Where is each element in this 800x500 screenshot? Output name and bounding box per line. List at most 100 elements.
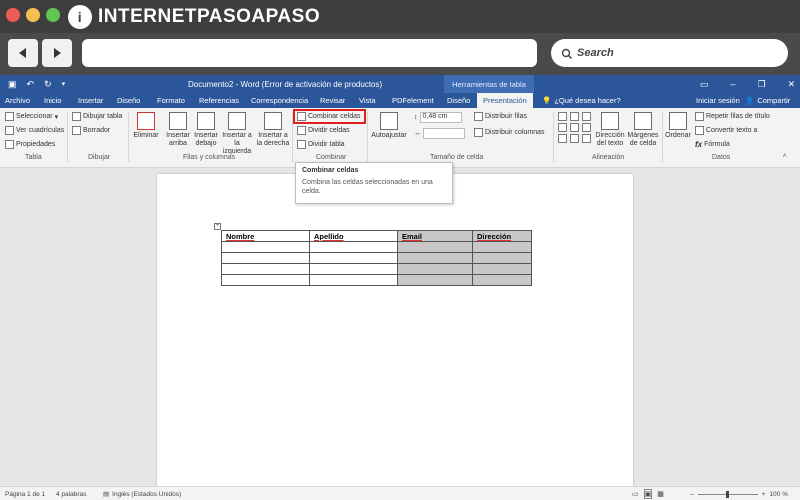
tab-diseno[interactable]: Diseño bbox=[117, 93, 140, 108]
split-table-button[interactable]: Dividir tabla bbox=[297, 140, 345, 149]
table-header-cell[interactable]: Nombre bbox=[221, 230, 310, 242]
view-gridlines-button[interactable]: Ver cuadrículas bbox=[5, 126, 64, 135]
table-cell[interactable] bbox=[221, 274, 310, 286]
table-cell[interactable] bbox=[397, 274, 473, 286]
save-icon[interactable]: ▣ bbox=[8, 79, 17, 90]
table-cell[interactable] bbox=[472, 252, 532, 264]
align-top-right-icon[interactable] bbox=[582, 112, 591, 121]
table-header-cell[interactable]: Apellido bbox=[309, 230, 398, 242]
table-cell[interactable] bbox=[309, 241, 398, 253]
table-cell[interactable] bbox=[221, 252, 310, 264]
sign-in-link[interactable]: Iniciar sesión bbox=[696, 93, 740, 108]
close-window-button[interactable] bbox=[6, 8, 20, 22]
insert-below-button[interactable]: Insertar debajo bbox=[192, 112, 220, 148]
insert-above-button[interactable]: Insertar arriba bbox=[164, 112, 192, 148]
close-icon[interactable]: ✕ bbox=[788, 79, 796, 90]
tab-vista[interactable]: Vista bbox=[359, 93, 376, 108]
align-top-center-icon[interactable] bbox=[570, 112, 579, 121]
customize-toolbar-icon[interactable]: ▾ bbox=[62, 80, 66, 88]
language-indicator[interactable]: ▤ Inglés (Estados Unidos) bbox=[103, 487, 181, 500]
zoom-level[interactable]: 100 % bbox=[769, 491, 787, 498]
select-button[interactable]: Seleccionar ▾ bbox=[5, 112, 58, 121]
ribbon-tabs: Archivo Inicio Insertar Diseño Formato R… bbox=[0, 93, 800, 108]
redo-icon[interactable]: ↻ bbox=[44, 79, 52, 90]
tab-insertar[interactable]: Insertar bbox=[78, 93, 103, 108]
search-box[interactable]: Search bbox=[551, 39, 788, 67]
tab-diseno-tabla[interactable]: Diseño bbox=[447, 93, 470, 108]
table-cell[interactable] bbox=[309, 252, 398, 264]
minimize-icon[interactable]: – bbox=[731, 79, 736, 89]
table-header-cell[interactable]: Dirección bbox=[472, 230, 532, 242]
table-cell[interactable] bbox=[397, 241, 473, 253]
table-cell[interactable] bbox=[397, 263, 473, 275]
ribbon-display-icon[interactable]: ▭ bbox=[700, 79, 709, 90]
split-cells-button[interactable]: Dividir celdas bbox=[297, 126, 350, 135]
align-middle-left-icon[interactable] bbox=[558, 123, 567, 132]
align-bottom-center-icon[interactable] bbox=[570, 134, 579, 143]
tab-formato[interactable]: Formato bbox=[157, 93, 185, 108]
tell-me-box[interactable]: 💡 ¿Qué desea hacer? bbox=[542, 93, 621, 108]
table-header-cell[interactable]: Email bbox=[397, 230, 473, 242]
zoom-in-icon[interactable]: + bbox=[762, 491, 766, 498]
properties-button[interactable]: Propiedades bbox=[5, 140, 55, 149]
forward-button[interactable] bbox=[42, 39, 72, 67]
zoom-control[interactable]: – + 100 % bbox=[690, 487, 788, 500]
convert-text-button[interactable]: Convertir texto a bbox=[695, 126, 757, 135]
url-bar[interactable] bbox=[82, 39, 537, 67]
formula-button[interactable]: fx Fórmula bbox=[695, 140, 730, 149]
page-count[interactable]: Página 1 de 1 bbox=[5, 487, 45, 500]
share-button[interactable]: 👤 Compartir bbox=[745, 93, 790, 108]
align-bottom-left-icon[interactable] bbox=[558, 134, 567, 143]
search-label: Search bbox=[577, 47, 614, 59]
table-cell[interactable] bbox=[221, 263, 310, 275]
sort-button[interactable]: Ordenar bbox=[664, 112, 692, 140]
word-count[interactable]: 4 palabras bbox=[56, 487, 86, 500]
zoom-slider-thumb[interactable] bbox=[725, 490, 729, 498]
table-cell[interactable] bbox=[472, 241, 532, 253]
tab-referencias[interactable]: Referencias bbox=[199, 93, 239, 108]
align-top-left-icon[interactable] bbox=[558, 112, 567, 121]
minimize-window-button[interactable] bbox=[26, 8, 40, 22]
tab-presentacion[interactable]: Presentación bbox=[477, 93, 533, 108]
eraser-button[interactable]: Borrador bbox=[72, 126, 110, 135]
zoom-out-icon[interactable]: – bbox=[690, 491, 694, 498]
table-cell[interactable] bbox=[472, 263, 532, 275]
insert-right-button[interactable]: Insertar a la derecha bbox=[255, 112, 291, 148]
maximize-window-button[interactable] bbox=[46, 8, 60, 22]
table-cell[interactable] bbox=[309, 274, 398, 286]
table-cell[interactable] bbox=[472, 274, 532, 286]
print-layout-icon[interactable]: ▣ bbox=[643, 489, 653, 499]
draw-table-button[interactable]: Dibujar tabla bbox=[72, 112, 122, 121]
autofit-button[interactable]: Autoajustar bbox=[370, 112, 408, 140]
insert-left-button[interactable]: Insertar a la izquierda bbox=[220, 112, 254, 156]
tab-correspondencia[interactable]: Correspondencia bbox=[251, 93, 308, 108]
cell-margins-button[interactable]: Márgenes de celda bbox=[627, 112, 659, 148]
read-mode-icon[interactable]: ▭ bbox=[632, 490, 639, 498]
undo-icon[interactable]: ↶ bbox=[27, 79, 35, 90]
align-bottom-right-icon[interactable] bbox=[582, 134, 591, 143]
table-cell[interactable] bbox=[309, 263, 398, 275]
tab-archivo[interactable]: Archivo bbox=[5, 93, 30, 108]
table-move-handle-icon[interactable]: + bbox=[214, 223, 221, 230]
tab-revisar[interactable]: Revisar bbox=[320, 93, 345, 108]
web-layout-icon[interactable]: ▦ bbox=[657, 490, 664, 498]
distribute-columns-button[interactable]: Distribuir columnas bbox=[474, 128, 545, 137]
delete-button[interactable]: Eliminar bbox=[131, 112, 161, 140]
column-width-field[interactable]: ↔ bbox=[414, 128, 465, 139]
table-cell[interactable] bbox=[397, 252, 473, 264]
zoom-slider[interactable] bbox=[697, 490, 758, 498]
text-direction-button[interactable]: Dirección del texto bbox=[594, 112, 626, 148]
distribute-rows-button[interactable]: Distribuir filas bbox=[474, 112, 527, 121]
tab-inicio[interactable]: Inicio bbox=[44, 93, 62, 108]
row-height-field[interactable]: ↕ 0,48 cm bbox=[414, 112, 462, 123]
restore-icon[interactable]: ❐ bbox=[758, 79, 766, 90]
table-cell[interactable] bbox=[221, 241, 310, 253]
align-middle-center-icon[interactable] bbox=[570, 123, 579, 132]
document-table[interactable]: Nombre Apellido Email Dirección bbox=[221, 230, 532, 286]
align-middle-right-icon[interactable] bbox=[582, 123, 591, 132]
collapse-ribbon-icon[interactable]: ^ bbox=[783, 154, 786, 161]
document-page[interactable]: + Nombre Apellido Email Dirección bbox=[157, 174, 633, 494]
back-button[interactable] bbox=[8, 39, 38, 67]
repeat-header-button[interactable]: Repetir filas de título bbox=[695, 112, 770, 121]
tab-pdfelement[interactable]: PDFelement bbox=[392, 93, 434, 108]
